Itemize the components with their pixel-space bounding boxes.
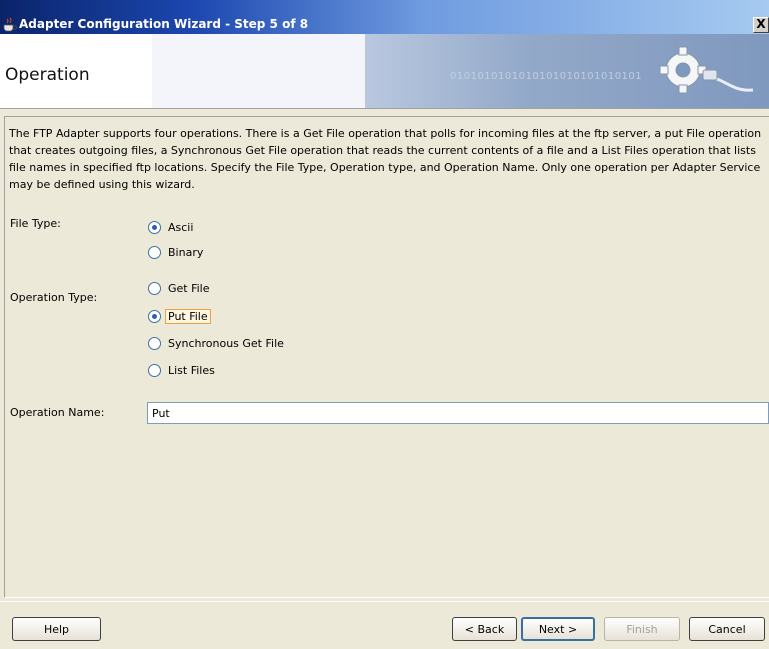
radio-put-file-indicator[interactable]: [148, 309, 161, 323]
close-button[interactable]: X: [753, 17, 769, 33]
operation-type-label: Operation Type:: [10, 291, 98, 304]
back-button[interactable]: < Back: [452, 617, 517, 641]
wizard-banner: Operation 0101010101010101010101010101: [0, 34, 769, 109]
next-button[interactable]: Next >: [521, 617, 595, 641]
help-button[interactable]: Help: [12, 617, 101, 641]
radio-put-file[interactable]: Put File: [148, 307, 211, 325]
radio-binary-indicator[interactable]: [148, 245, 161, 259]
binary-watermark: 0101010101010101010101010101: [450, 71, 643, 82]
radio-binary[interactable]: Binary: [148, 243, 205, 261]
step-title: Operation: [5, 65, 90, 85]
description-text: The FTP Adapter supports four operations…: [9, 127, 762, 191]
title-bar: Adapter Configuration Wizard - Step 5 of…: [0, 0, 769, 34]
gear-plug-icon: [659, 46, 754, 94]
radio-get-file-label[interactable]: Get File: [166, 282, 212, 295]
banner-graphic: 0101010101010101010101010101: [365, 34, 769, 108]
file-type-label: File Type:: [10, 217, 61, 230]
radio-sync-get-file-indicator[interactable]: [148, 336, 161, 350]
radio-list-files[interactable]: List Files: [148, 361, 217, 379]
java-cup-icon: [3, 17, 17, 32]
radio-get-file[interactable]: Get File: [148, 279, 212, 297]
radio-sync-get-file-label[interactable]: Synchronous Get File: [166, 337, 286, 350]
wizard-content: The FTP Adapter supports four operations…: [4, 116, 769, 598]
radio-ascii[interactable]: Ascii: [148, 218, 195, 236]
radio-list-files-indicator[interactable]: [148, 363, 161, 377]
operation-name-label: Operation Name:: [10, 406, 105, 419]
radio-ascii-label[interactable]: Ascii: [166, 221, 195, 234]
radio-binary-label[interactable]: Binary: [166, 246, 205, 259]
operation-name-input[interactable]: Put: [147, 402, 769, 424]
window-title: Adapter Configuration Wizard - Step 5 of…: [19, 17, 309, 31]
radio-get-file-indicator[interactable]: [148, 281, 161, 295]
button-separator: [0, 601, 769, 602]
radio-put-file-label[interactable]: Put File: [165, 308, 211, 324]
radio-ascii-indicator[interactable]: [148, 220, 161, 234]
finish-button[interactable]: Finish: [604, 617, 680, 641]
banner-panel: [152, 34, 365, 108]
cancel-button[interactable]: Cancel: [689, 617, 765, 641]
radio-sync-get-file[interactable]: Synchronous Get File: [148, 334, 286, 352]
radio-list-files-label[interactable]: List Files: [166, 364, 217, 377]
